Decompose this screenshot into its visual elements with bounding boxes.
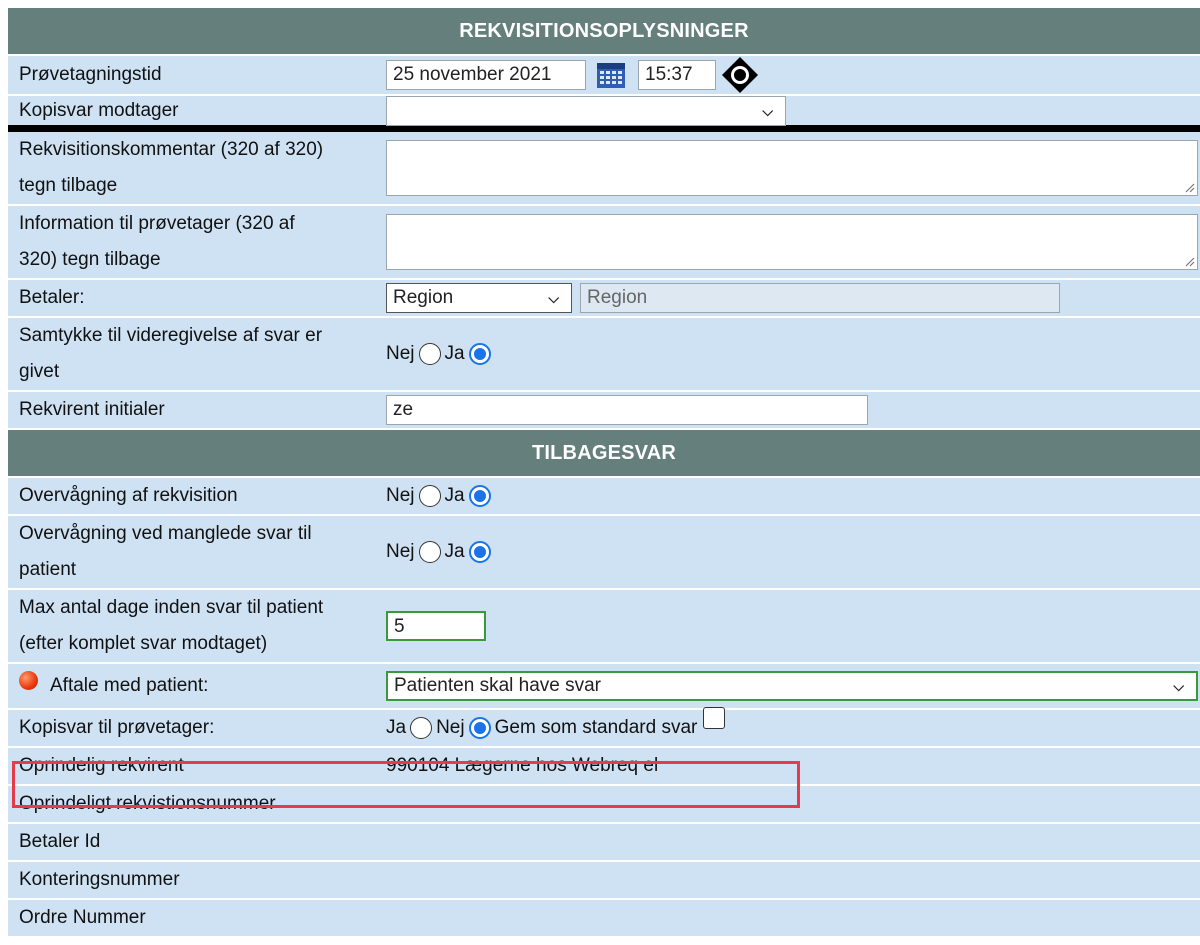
max-days-label: Max antal dage inden svar til patient (e… bbox=[19, 597, 324, 654]
sample-time-label: Prøvetagningstid bbox=[19, 64, 162, 85]
row-monitoring: Overvågning af rekvisition Nej Ja bbox=[8, 478, 1200, 516]
required-dot-icon bbox=[19, 671, 38, 691]
copy-recipient-label: Kopisvar modtager bbox=[19, 99, 179, 121]
missing-monitoring-label: Overvågning ved manglede svar til patien… bbox=[19, 523, 312, 580]
row-original-requester: Oprindelig rekvirent 990104 Lægerne hos … bbox=[8, 748, 1200, 786]
missing-monitoring-yes-radio[interactable] bbox=[468, 541, 491, 563]
row-payer: Betaler: Region ⌵ Region bbox=[8, 280, 1200, 318]
sampler-info-textarea[interactable] bbox=[386, 214, 1198, 270]
row-agreement: Aftale med patient: Patienten skal have … bbox=[8, 664, 1200, 710]
row-initials: Rekvirent initialer ze bbox=[8, 392, 1200, 430]
original-number-label: Oprindeligt rekvistionsnummer bbox=[19, 793, 276, 814]
initials-input[interactable]: ze bbox=[386, 395, 868, 425]
original-requester-label: Oprindelig rekvirent bbox=[19, 755, 184, 776]
requisition-comment-label: Rekvisitionskommentar (320 af 320) tegn … bbox=[19, 139, 324, 196]
sample-date-input[interactable]: 25 november 2021 bbox=[386, 60, 586, 90]
requisition-comment-textarea[interactable] bbox=[386, 140, 1198, 196]
row-sample-time: Prøvetagningstid 25 november 2021 15:37 bbox=[8, 56, 1200, 96]
payer-select[interactable]: Region ⌵ bbox=[386, 283, 572, 313]
row-missing-monitoring: Overvågning ved manglede svar til patien… bbox=[8, 516, 1200, 590]
original-requester-value: 990104 Lægerne hos Webreq el bbox=[386, 755, 659, 776]
payer-label: Betaler: bbox=[19, 287, 85, 308]
section-header-reply: TILBAGESVAR bbox=[8, 430, 1200, 478]
monitoring-label: Overvågning af rekvisition bbox=[19, 485, 238, 506]
initials-label: Rekvirent initialer bbox=[19, 399, 165, 420]
time-spinner-icon[interactable] bbox=[720, 55, 760, 95]
row-sampler-info: Information til prøvetager (320 af 320) … bbox=[8, 206, 1200, 280]
order-number-label: Ordre Nummer bbox=[19, 907, 146, 928]
row-max-days: Max antal dage inden svar til patient (e… bbox=[8, 590, 1200, 664]
row-account-number: Konteringsnummer bbox=[8, 862, 1200, 900]
save-default-checkbox[interactable] bbox=[703, 707, 726, 729]
resize-grip-icon[interactable] bbox=[1183, 181, 1195, 193]
payer-readonly-field: Region bbox=[580, 283, 1060, 313]
chevron-down-icon: ⌵ bbox=[548, 290, 559, 306]
copy-sampler-yes-radio[interactable] bbox=[410, 717, 433, 739]
row-order-number: Ordre Nummer bbox=[8, 900, 1200, 938]
row-copy-recipient: Kopisvar modtager ⌵ bbox=[8, 95, 1200, 132]
chevron-down-icon: ⌵ bbox=[762, 102, 773, 119]
row-consent: Samtykke til videregivelse af svar er gi… bbox=[8, 318, 1200, 392]
consent-label: Samtykke til videregivelse af svar er gi… bbox=[19, 325, 323, 382]
consent-yes-radio[interactable] bbox=[468, 343, 491, 365]
calendar-icon[interactable] bbox=[596, 61, 626, 89]
resize-grip-icon[interactable] bbox=[1183, 255, 1195, 267]
agreement-label-group: Aftale med patient: bbox=[8, 668, 378, 704]
missing-monitoring-no-radio[interactable] bbox=[418, 541, 441, 563]
section-header-requisition: REKVISITIONSOPLYSNINGER bbox=[8, 8, 1200, 56]
copy-sampler-label: Kopisvar til prøvetager: bbox=[19, 717, 215, 738]
row-original-number: Oprindeligt rekvistionsnummer bbox=[8, 786, 1200, 824]
account-number-label: Konteringsnummer bbox=[19, 869, 180, 890]
agreement-select[interactable]: Patienten skal have svar ⌵ bbox=[386, 671, 1198, 701]
consent-no-radio[interactable] bbox=[418, 343, 441, 365]
row-requisition-comment: Rekvisitionskommentar (320 af 320) tegn … bbox=[8, 132, 1200, 206]
copy-sampler-no-radio[interactable] bbox=[468, 717, 491, 739]
monitoring-yes-radio[interactable] bbox=[468, 485, 491, 507]
payer-id-label: Betaler Id bbox=[19, 831, 101, 852]
chevron-down-icon: ⌵ bbox=[1173, 678, 1184, 694]
sampler-info-label: Information til prøvetager (320 af 320) … bbox=[19, 213, 295, 270]
monitoring-no-radio[interactable] bbox=[418, 485, 441, 507]
row-copy-sampler: Kopisvar til prøvetager: Ja Nej Gem som … bbox=[8, 707, 1200, 748]
row-payer-id: Betaler Id bbox=[8, 824, 1200, 862]
agreement-label: Aftale med patient: bbox=[50, 675, 209, 696]
max-days-input[interactable]: 5 bbox=[386, 611, 486, 641]
requisition-form: REKVISITIONSOPLYSNINGER Prøvetagningstid… bbox=[8, 8, 1200, 938]
sample-time-input[interactable]: 15:37 bbox=[638, 60, 716, 90]
copy-recipient-select[interactable]: ⌵ bbox=[386, 95, 786, 126]
